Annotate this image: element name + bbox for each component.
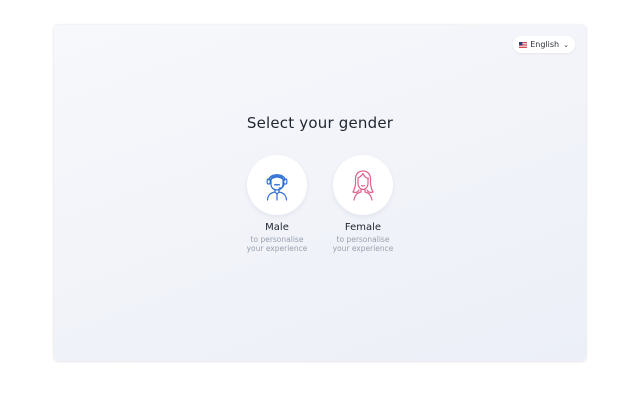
- language-label: English: [530, 40, 560, 49]
- female-avatar-icon: [352, 170, 374, 201]
- chevron-down-icon: ⌄: [563, 40, 569, 49]
- male-avatar-icon: [266, 174, 288, 201]
- male-subtitle-line2: your experience: [246, 243, 308, 253]
- gender-option-female[interactable]: Female to personalise your experience: [318, 155, 408, 253]
- language-selector[interactable]: English ⌄: [513, 36, 575, 53]
- male-subtitle: to personalise your experience: [246, 235, 308, 253]
- us-flag-icon: [519, 41, 528, 48]
- female-subtitle-line2: your experience: [332, 243, 394, 253]
- female-label: Female: [344, 222, 382, 233]
- female-avatar-circle[interactable]: [333, 155, 393, 215]
- gender-selection-card: English ⌄ Select your gender Male to per…: [54, 25, 586, 361]
- female-subtitle: to personalise your experience: [332, 235, 394, 253]
- male-avatar-circle[interactable]: [247, 155, 307, 215]
- page-title: Select your gender: [246, 114, 394, 132]
- gender-option-male[interactable]: Male to personalise your experience: [232, 155, 322, 253]
- male-label: Male: [265, 222, 289, 233]
